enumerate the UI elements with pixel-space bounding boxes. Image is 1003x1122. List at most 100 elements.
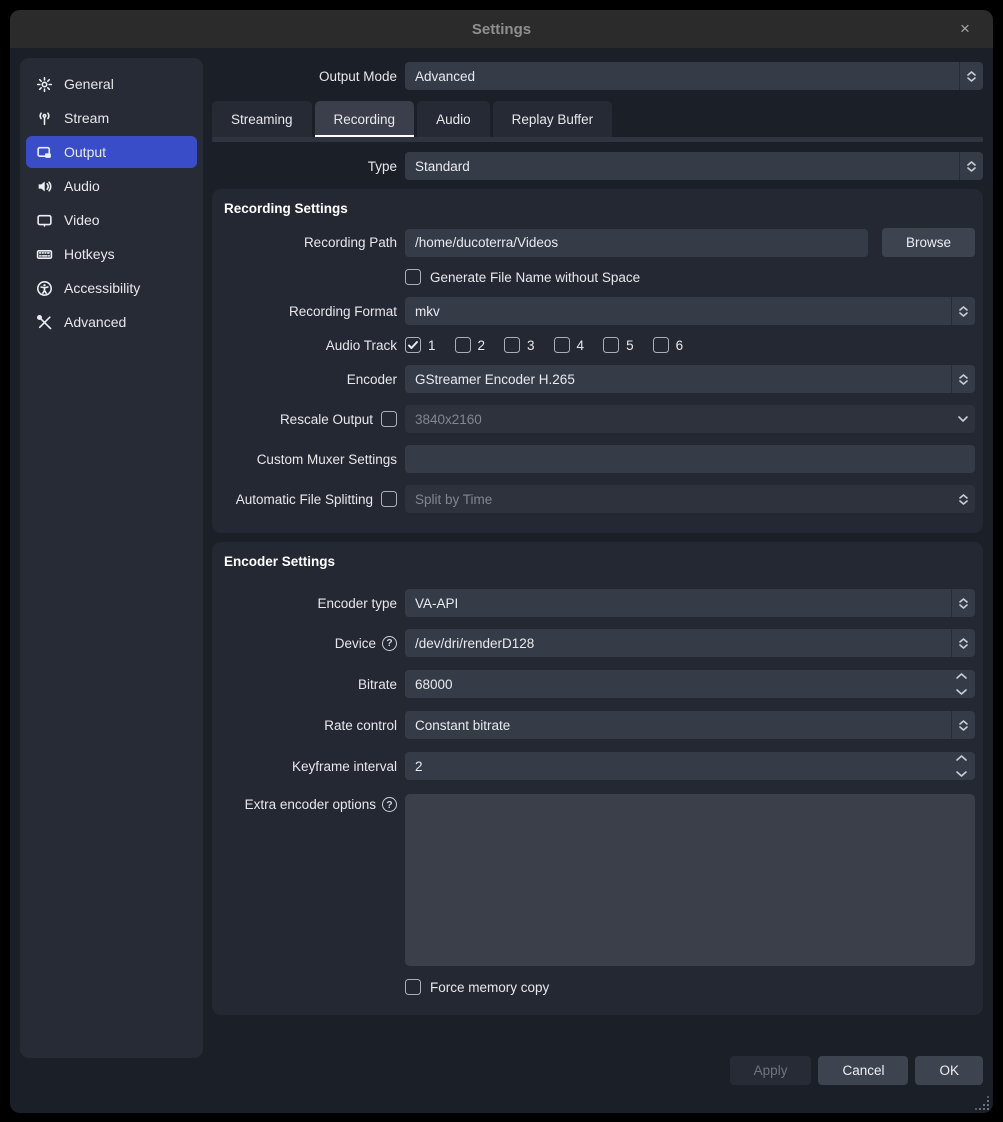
generate-no-space-checkbox[interactable]: [405, 269, 421, 285]
bitrate-label: Bitrate: [222, 677, 397, 692]
chevron-up-down-icon: [951, 485, 975, 513]
sidebar-item-label: General: [64, 76, 114, 92]
spinner-arrows-icon[interactable]: [956, 755, 967, 777]
recording-settings-title: Recording Settings: [222, 201, 975, 216]
recording-path-input[interactable]: [405, 229, 868, 257]
bitrate-input[interactable]: [415, 677, 949, 692]
bitrate-spinner[interactable]: [405, 670, 975, 698]
sidebar-item-accessibility[interactable]: Accessibility: [26, 272, 197, 304]
sidebar-item-label: Stream: [64, 110, 109, 126]
chevron-up-down-icon: [951, 365, 975, 393]
cancel-button[interactable]: Cancel: [818, 1056, 908, 1085]
sidebar-item-label: Video: [64, 212, 100, 228]
chevron-up-down-icon: [951, 629, 975, 657]
ok-button[interactable]: OK: [915, 1056, 983, 1085]
output-tabs: Streaming Recording Audio Replay Buffer: [212, 101, 983, 137]
browse-button[interactable]: Browse: [882, 228, 975, 257]
audio-track-label: Audio Track: [222, 338, 397, 353]
keyframe-interval-input[interactable]: [415, 759, 949, 774]
resize-grip[interactable]: [977, 1098, 989, 1110]
chevron-up-down-icon: [959, 152, 983, 180]
output-mode-select[interactable]: Advanced: [405, 62, 983, 90]
rescale-output-checkbox[interactable]: [381, 411, 397, 427]
auto-split-select: Split by Time: [405, 485, 975, 513]
tools-icon: [36, 314, 53, 331]
recording-path-label: Recording Path: [222, 235, 397, 250]
generate-no-space-label: Generate File Name without Space: [430, 270, 640, 285]
rate-control-select[interactable]: Constant bitrate: [405, 711, 975, 739]
close-icon[interactable]: ×: [951, 10, 979, 48]
device-label: Device: [335, 636, 376, 651]
sidebar-item-stream[interactable]: Stream: [26, 102, 197, 134]
extra-encoder-options-textarea[interactable]: [405, 794, 975, 966]
keyboard-icon: [36, 246, 53, 263]
accessibility-icon: [36, 280, 53, 297]
encoder-settings-title: Encoder Settings: [222, 554, 975, 569]
auto-split-checkbox[interactable]: [381, 491, 397, 507]
chevron-up-down-icon: [959, 62, 983, 90]
sidebar-item-label: Output: [64, 144, 106, 160]
chevron-up-down-icon: [951, 711, 975, 739]
type-select[interactable]: Standard: [405, 152, 983, 180]
keyframe-interval-spinner[interactable]: [405, 752, 975, 780]
sidebar-item-video[interactable]: Video: [26, 204, 197, 236]
gear-icon: [36, 76, 53, 93]
chevron-down-icon: [951, 405, 975, 433]
rescale-output-select: 3840x2160: [405, 405, 975, 433]
encoder-label: Encoder: [222, 372, 397, 387]
dialog-footer: Apply Cancel OK: [212, 1056, 983, 1103]
audio-track-3-checkbox[interactable]: [504, 337, 520, 353]
recording-settings-panel: Recording Settings Recording Path Browse…: [212, 189, 983, 533]
audio-track-1-checkbox[interactable]: [405, 337, 421, 353]
tab-recording[interactable]: Recording: [315, 101, 415, 137]
custom-muxer-label: Custom Muxer Settings: [222, 452, 397, 467]
settings-sidebar: General Stream Output Audio: [20, 58, 203, 1058]
audio-track-2-checkbox[interactable]: [455, 337, 471, 353]
sidebar-item-advanced[interactable]: Advanced: [26, 306, 197, 338]
monitor-icon: [36, 212, 53, 229]
tab-replay-buffer[interactable]: Replay Buffer: [493, 101, 613, 137]
encoder-type-select[interactable]: VA-API: [405, 589, 975, 617]
titlebar: Settings ×: [10, 10, 993, 48]
audio-track-6-checkbox[interactable]: [653, 337, 669, 353]
apply-button[interactable]: Apply: [730, 1056, 812, 1085]
tab-audio[interactable]: Audio: [417, 101, 490, 137]
sidebar-item-output[interactable]: Output: [26, 136, 197, 168]
encoder-type-label: Encoder type: [222, 596, 397, 611]
device-select[interactable]: /dev/dri/renderD128: [405, 629, 975, 657]
audio-track-5-checkbox[interactable]: [603, 337, 619, 353]
type-label: Type: [212, 159, 397, 174]
output-mode-label: Output Mode: [212, 69, 397, 84]
settings-window: Settings × General Stream Output: [10, 10, 993, 1113]
sidebar-item-general[interactable]: General: [26, 68, 197, 100]
force-memory-copy-checkbox[interactable]: [405, 979, 421, 995]
help-icon[interactable]: ?: [382, 636, 397, 651]
window-title: Settings: [472, 21, 531, 38]
spinner-arrows-icon[interactable]: [956, 673, 967, 695]
antenna-icon: [36, 110, 53, 127]
force-memory-copy-label: Force memory copy: [430, 980, 549, 995]
rate-control-label: Rate control: [222, 718, 397, 733]
sidebar-item-label: Accessibility: [64, 280, 140, 296]
audio-track-4-checkbox[interactable]: [554, 337, 570, 353]
audio-track-group: 1 2 3 4 5 6: [405, 337, 683, 353]
tab-streaming[interactable]: Streaming: [212, 101, 312, 137]
keyframe-interval-label: Keyframe interval: [222, 759, 397, 774]
auto-split-label: Automatic File Splitting: [236, 492, 373, 507]
encoder-settings-panel: Encoder Settings Encoder type VA-API Dev…: [212, 542, 983, 1015]
sidebar-item-label: Hotkeys: [64, 246, 115, 262]
recording-format-label: Recording Format: [222, 304, 397, 319]
sidebar-item-label: Audio: [64, 178, 100, 194]
chevron-up-down-icon: [951, 589, 975, 617]
chevron-up-down-icon: [951, 297, 975, 325]
sidebar-item-hotkeys[interactable]: Hotkeys: [26, 238, 197, 270]
encoder-select[interactable]: GStreamer Encoder H.265: [405, 365, 975, 393]
help-icon[interactable]: ?: [382, 797, 397, 812]
tab-divider: [212, 137, 983, 142]
recording-format-select[interactable]: mkv: [405, 297, 975, 325]
rescale-output-label: Rescale Output: [280, 412, 373, 427]
custom-muxer-input[interactable]: [405, 445, 975, 473]
sidebar-item-audio[interactable]: Audio: [26, 170, 197, 202]
output-display-icon: [36, 144, 53, 161]
extra-encoder-options-label: Extra encoder options: [245, 797, 376, 812]
